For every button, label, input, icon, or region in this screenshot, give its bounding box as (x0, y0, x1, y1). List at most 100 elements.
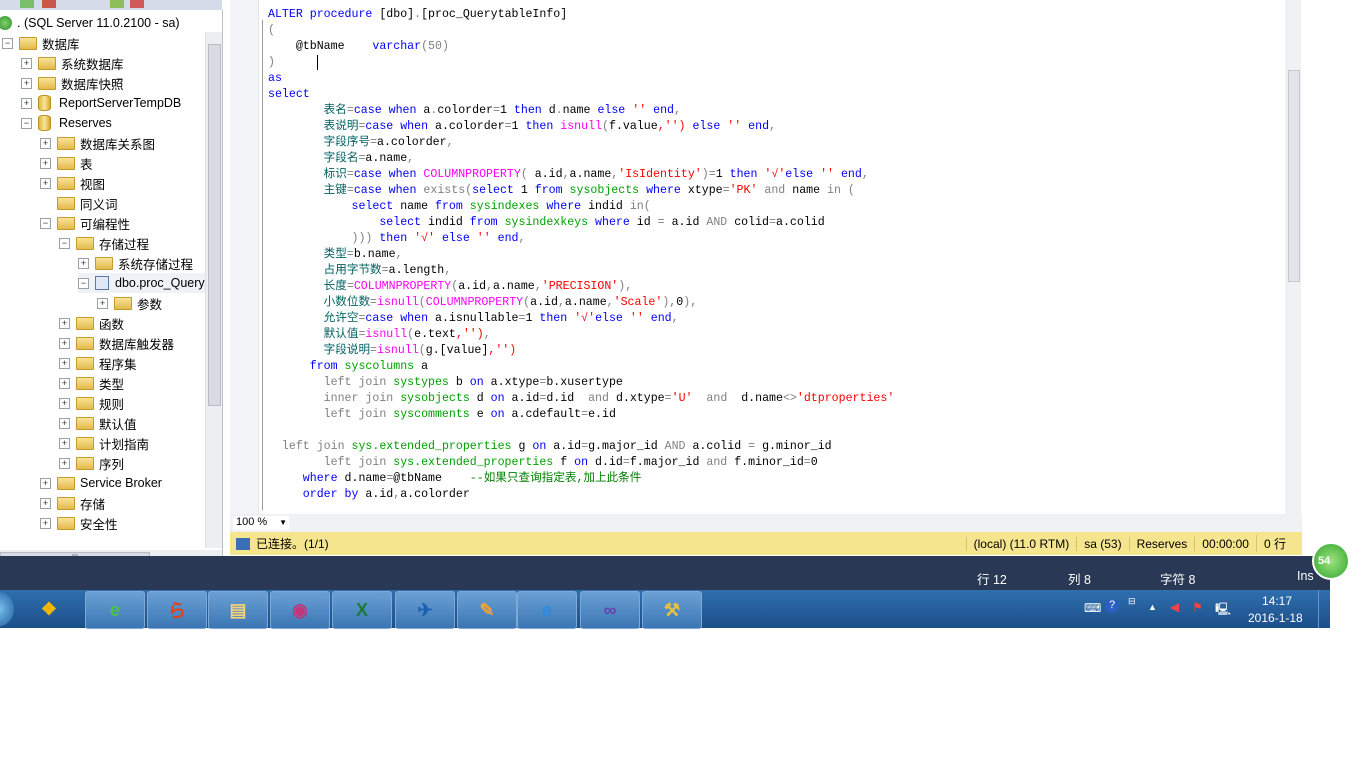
tree-item[interactable]: + 默认值 (59, 413, 137, 433)
expand-icon[interactable]: + (21, 57, 32, 69)
collapse-icon[interactable]: − (59, 237, 70, 249)
taskbar-app-explorer-button[interactable]: ▤ (208, 591, 268, 629)
expand-icon[interactable]: + (40, 137, 51, 149)
explorer-vertical-scrollbar[interactable] (205, 32, 222, 548)
expand-icon[interactable]: + (78, 257, 89, 269)
taskbar-app-ie-button[interactable]: e (517, 591, 577, 629)
taskbar-app-bird-button[interactable]: ✈ (395, 591, 455, 629)
expand-icon[interactable]: + (40, 497, 51, 509)
code-line[interactable]: 表说明=case when a.colorder=1 then isnull(f… (268, 119, 894, 135)
expand-icon[interactable]: + (59, 357, 70, 369)
code-line[interactable]: 标识=case when COLUMNPROPERTY( a.id,a.name… (268, 167, 894, 183)
taskbar-app-vs-button[interactable]: ∞ (580, 591, 640, 629)
taskbar-app-paint-button[interactable]: ✎ (457, 591, 517, 629)
scroll-thumb[interactable] (208, 44, 221, 406)
network-icon[interactable]: 🖳 (1215, 600, 1231, 621)
code-line[interactable]: left join systypes b on a.xtype=b.xusert… (268, 375, 894, 391)
expand-icon[interactable]: + (40, 157, 51, 169)
expand-icon[interactable]: + (21, 97, 32, 109)
help-icon[interactable]: ? (1105, 599, 1119, 613)
expand-icon[interactable]: + (59, 337, 70, 349)
code-line[interactable]: left join sys.extended_properties f on d… (268, 455, 894, 471)
tree-item[interactable]: − dbo.proc_Query (78, 273, 205, 293)
sql-code[interactable]: ALTER procedure [dbo]. [proc_QuerytableIn… (268, 7, 894, 503)
tree-item[interactable]: + 系统存储过程 (78, 253, 193, 273)
tree-item[interactable]: + 数据库触发器 (59, 333, 174, 353)
expand-icon[interactable]: + (59, 317, 70, 329)
collapse-icon[interactable]: − (21, 117, 32, 129)
tree-item[interactable]: + 参数 (97, 293, 162, 313)
network-arrows-icon[interactable]: ⊟ (1128, 596, 1136, 607)
code-line[interactable]: 主键=case when exists(select 1 from sysobj… (268, 183, 894, 199)
expand-icon[interactable]: + (59, 377, 70, 389)
action-center-flag-icon[interactable]: ⚑ (1192, 600, 1203, 614)
code-line[interactable]: select name from sysindexes where indid … (268, 199, 894, 215)
tree-item[interactable]: + 表 (40, 153, 93, 173)
code-line[interactable]: select indid from sysindexkeys where id … (268, 215, 894, 231)
expand-icon[interactable]: + (59, 397, 70, 409)
expand-icon[interactable]: + (97, 297, 108, 309)
code-line[interactable]: ( (268, 23, 894, 39)
tree-item[interactable]: . (SQL Server 11.0.2100 - sa) (0, 13, 180, 33)
tree-item[interactable]: + 数据库关系图 (40, 133, 155, 153)
expand-icon[interactable]: + (40, 477, 51, 489)
code-line[interactable]: 允许空=case when a.isnullable=1 then '√'els… (268, 311, 894, 327)
code-line[interactable]: where d.name=@tbName --如果只查询指定表,加上此条件 (268, 471, 894, 487)
tree-item[interactable]: + 存储 (40, 493, 105, 513)
clock-time[interactable]: 14:17 (1262, 594, 1292, 608)
code-line[interactable]: ALTER procedure [dbo].[proc_QuerytableIn… (268, 7, 894, 23)
code-line[interactable]: inner join sysobjects d on a.id = d.id and… (268, 391, 895, 407)
taskbar-app-browser-button[interactable]: e (85, 591, 145, 629)
tree-item[interactable]: + 规则 (59, 393, 124, 413)
taskbar-app-360-button[interactable]: ❖ (20, 591, 78, 627)
code-line[interactable]: left join syscomments e on a.cdefault=e.… (268, 407, 894, 423)
code-line[interactable]: 字段名=a.name, (268, 151, 894, 167)
connect-icon[interactable] (20, 0, 34, 8)
tree-item[interactable]: − 数据库 (2, 33, 80, 53)
stop-icon[interactable] (130, 0, 144, 8)
tree-item[interactable]: − Reserves (21, 113, 112, 133)
show-desktop-button[interactable] (1318, 590, 1329, 628)
code-line[interactable]: from syscolumns a (268, 359, 894, 375)
code-line[interactable]: as (268, 71, 894, 87)
tree-item[interactable]: + 函数 (59, 313, 124, 333)
code-line[interactable]: 占用字节数=a.length, (268, 263, 894, 279)
floating-speed-badge[interactable]: 54 (1312, 542, 1350, 580)
expand-icon[interactable]: + (59, 437, 70, 449)
tree-item[interactable]: + 程序集 (59, 353, 137, 373)
collapse-icon[interactable]: − (2, 37, 13, 49)
editor-scroll-thumb[interactable] (1288, 70, 1300, 282)
clock-date[interactable]: 2016-1-18 (1248, 611, 1303, 625)
code-line[interactable]: left join sys.extended_properties g on a… (268, 439, 894, 455)
tree-item[interactable]: + 数据库快照 (21, 73, 124, 93)
tree-item[interactable]: + 系统数据库 (21, 53, 124, 73)
code-line[interactable]: 长度=COLUMNPROPERTY(a.id,a.name,'PRECISION… (268, 279, 894, 295)
query-editor[interactable]: ALTER procedure [dbo]. [proc_QuerytableIn… (230, 0, 1302, 514)
disconnect-icon[interactable] (42, 0, 56, 8)
tree-item[interactable]: + 视图 (40, 173, 105, 193)
code-line[interactable]: @tbName varchar(50) (268, 39, 894, 55)
code-line[interactable]: 字段说明=isnull(g.[value],'') (268, 343, 894, 359)
show-hidden-icons-icon[interactable]: ▲ (1148, 602, 1157, 612)
tree-item[interactable]: − 存储过程 (59, 233, 149, 253)
taskbar-app-sql-config-button[interactable]: ◉ (270, 591, 330, 629)
tree-item[interactable]: − 可编程性 (40, 213, 130, 233)
code-line[interactable]: 类型=b.name, (268, 247, 894, 263)
tree-item[interactable]: + 序列 (59, 453, 124, 473)
tree-item[interactable]: + 计划指南 (59, 433, 149, 453)
expand-icon[interactable]: + (40, 517, 51, 529)
code-line[interactable]: order by a.id,a.colorder (268, 487, 894, 503)
collapse-icon[interactable]: − (40, 217, 51, 229)
taskbar-app-foxit-button[interactable]: ら (147, 591, 207, 629)
collapse-icon[interactable]: − (78, 277, 89, 289)
tree-item[interactable]: + 安全性 (40, 513, 118, 533)
zoom-select[interactable]: 100 % ▼ (233, 516, 289, 530)
refresh-icon[interactable] (110, 0, 124, 8)
code-line[interactable]: 默认值=isnull(e.text,''), (268, 327, 894, 343)
code-line[interactable]: select (268, 87, 894, 103)
expand-icon[interactable]: + (40, 177, 51, 189)
expand-icon[interactable]: + (59, 417, 70, 429)
code-line[interactable] (268, 423, 894, 439)
code-line[interactable]: ))) then '√' else '' end, (268, 231, 894, 247)
tree-item[interactable]: 同义词 (40, 193, 118, 213)
